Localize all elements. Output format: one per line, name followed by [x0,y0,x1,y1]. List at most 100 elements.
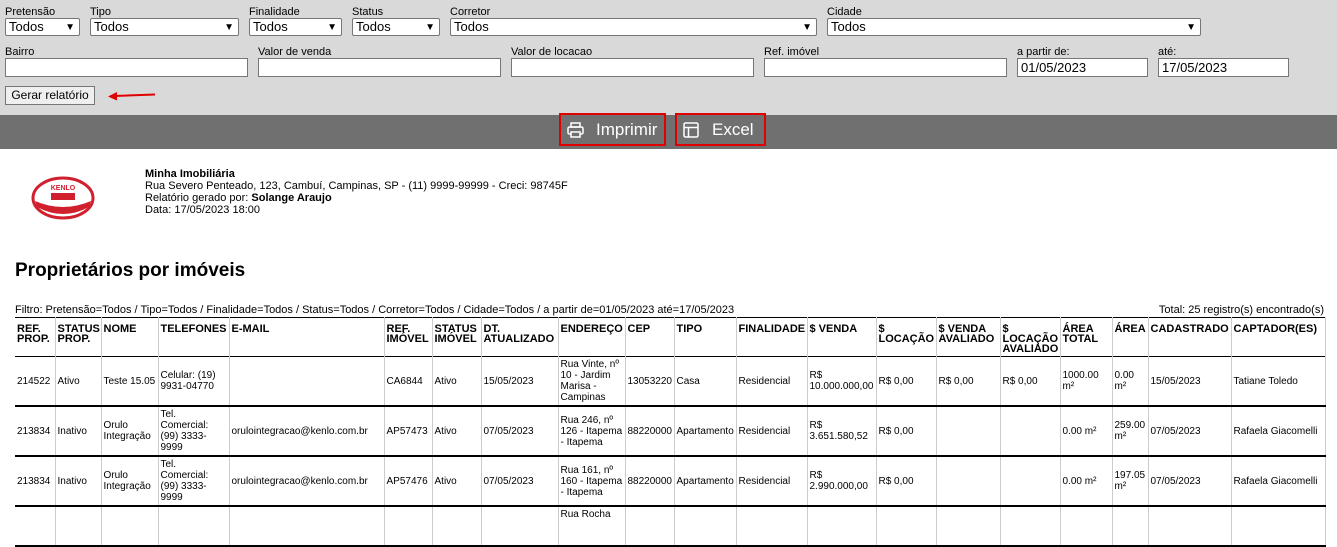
corretor-label: Corretor [450,6,491,18]
table-body: 214522 Ativo Teste 15.05 Celular: (19) 9931… [15,356,1326,546]
arrow-left-icon [108,92,156,101]
table-cell: 88220000 [625,456,675,506]
spreadsheet-icon [683,122,699,138]
bairro-input[interactable] [5,58,248,77]
table-cell: Rua Vinte, nº 10 - Jardim Marisa - Campi… [558,356,626,406]
filter-summary: Filtro: Pretensão=Todos / Tipo=Todos / F… [15,304,735,316]
generated-by: Relatório gerado por: Solange Araujo [145,192,568,204]
gerar-relatorio-button[interactable]: Gerar relatório [5,86,95,105]
bairro-label: Bairro [5,46,35,58]
table-cell: Rua 246, nº 126 - Itapema - Itapema [558,406,626,456]
table-cell: R$ 0,00 [876,406,937,456]
table-cell: 0.00 m² [1060,406,1113,456]
table-cell: Residencial [736,456,808,506]
ate-input[interactable]: 17/05/2023 [1158,58,1289,77]
finalidade-select[interactable]: Todos ▼ [249,18,342,36]
tipo-select[interactable]: Todos ▼ [90,18,239,36]
finalidade-value: Todos [253,19,288,34]
column-header: ÁREA [1112,317,1149,357]
status-label: Status [352,6,384,18]
report-title: Proprietários por imóveis [15,260,246,281]
filter-panel: Pretensão Todos ▼ Tipo Todos ▼ Finalidade … [0,0,1337,115]
table-cell [936,506,1001,546]
table-row: 213834 Inativo Orulo Integração Tel. Comerc… [15,406,1326,456]
report-table: REF. PROP. STATUS PROP. NOME TELEFONES E-MAI… [15,317,1326,547]
table-cell [1000,456,1061,506]
table-cell: Rafaela Giacomelli [1231,406,1326,456]
table-cell: Apartamento [674,406,737,456]
table-cell [101,506,159,546]
column-header: REF. PROP. [15,317,56,357]
table-cell: R$ 10.000.000,00 [807,356,877,406]
status-select[interactable]: Todos ▼ [352,18,440,36]
table-cell: 0.00 m² [1112,356,1149,406]
table-cell: orulointegracao@kenlo.com.br [229,456,385,506]
pretensao-select[interactable]: Todos ▼ [5,18,80,36]
table-cell [1231,506,1326,546]
column-header: $ LOCAÇÃO AVALIADO [1000,317,1061,357]
table-cell [158,506,230,546]
table-cell [807,506,877,546]
excel-label: Excel [712,120,754,139]
table-cell: 15/05/2023 [481,356,559,406]
table-cell: Ativo [432,456,482,506]
table-cell [936,406,1001,456]
action-bar [0,115,1337,149]
column-header: FINALIDADE [736,317,808,357]
table-cell: R$ 0,00 [876,456,937,506]
table-cell: Residencial [736,356,808,406]
column-header: $ VENDA AVALIADO [936,317,1001,357]
ref-imovel-input[interactable] [764,58,1007,77]
table-cell: 214522 [15,356,56,406]
table-cell: R$ 0,00 [936,356,1001,406]
valor-venda-input[interactable] [258,58,501,77]
table-cell: R$ 0,00 [876,356,937,406]
table-cell: 15/05/2023 [1148,356,1232,406]
a-partir-de-input[interactable]: 01/05/2023 [1017,58,1148,77]
table-cell: AP57476 [384,456,433,506]
total-records: Total: 25 registro(s) encontrado(s) [1158,304,1324,316]
table-cell: AP57473 [384,406,433,456]
imprimir-button[interactable]: Imprimir [559,113,666,146]
valor-locacao-input[interactable] [511,58,754,77]
table-cell [936,456,1001,506]
table-cell: 07/05/2023 [481,456,559,506]
column-header: DT. ATUALIZADO [481,317,559,357]
column-header: TIPO [674,317,737,357]
table-cell: Tel. Comercial: (99) 3333-9999 [158,406,230,456]
column-header: CADASTRADO [1148,317,1232,357]
table-cell: Teste 15.05 [101,356,159,406]
excel-button[interactable]: Excel [675,113,766,146]
table-cell [384,506,433,546]
chevron-down-icon: ▼ [224,22,234,33]
table-cell: 13053220 [625,356,675,406]
table-cell: CA6844 [384,356,433,406]
tipo-label: Tipo [90,6,111,18]
company-name: Minha Imobiliária [145,168,235,180]
table-row: 214522 Ativo Teste 15.05 Celular: (19) 9931… [15,356,1326,406]
column-header: CEP [625,317,675,357]
valor-venda-label: Valor de venda [258,46,332,58]
table-cell: 1000.00 m² [1060,356,1113,406]
table-cell [1060,506,1113,546]
ate-label: até: [1158,46,1177,58]
cidade-select[interactable]: Todos ▼ [827,18,1201,36]
table-cell [1112,506,1149,546]
table-cell: orulointegracao@kenlo.com.br [229,406,385,456]
corretor-value: Todos [454,19,489,34]
table-cell [1000,506,1061,546]
table-cell: Rua 161, nº 160 - Itapema - Itapema [558,456,626,506]
table-cell: Rua Rocha [558,506,626,546]
cidade-value: Todos [831,19,866,34]
column-header: $ VENDA [807,317,877,357]
table-cell [15,506,56,546]
column-header: ÁREA TOTAL [1060,317,1113,357]
table-row: 213834 Inativo Orulo Integração Tel. Comerc… [15,456,1326,506]
table-cell: 259.00 m² [1112,406,1149,456]
corretor-select[interactable]: Todos ▼ [450,18,817,36]
table-cell: Orulo Integração [101,406,159,456]
column-header: NOME [101,317,159,357]
chevron-down-icon: ▼ [327,22,337,33]
generated-by-label: Relatório gerado por: [145,192,249,204]
table-cell: 07/05/2023 [481,406,559,456]
